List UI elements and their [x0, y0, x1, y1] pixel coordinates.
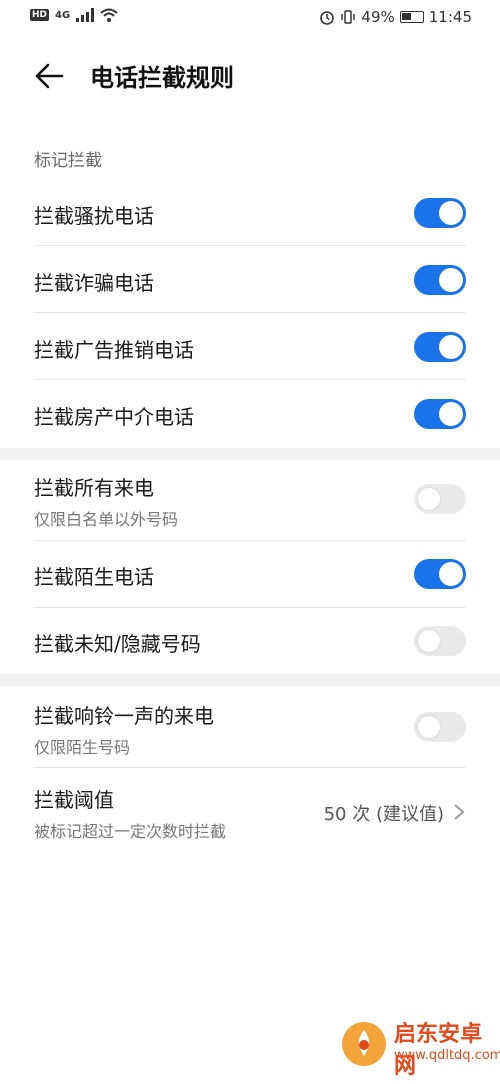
battery-icon: [399, 11, 424, 23]
back-arrow-icon[interactable]: [32, 58, 68, 94]
setting-label: 拦截房产中介电话: [34, 405, 194, 429]
section-gap: [0, 674, 500, 686]
setting-label: 拦截诈骗电话: [34, 271, 154, 295]
setting-label: 拦截未知/隐藏号码: [34, 632, 201, 656]
page-title: 电话拦截规则: [90, 64, 234, 92]
toggle-knob: [439, 201, 463, 225]
toggle-knob: [417, 487, 441, 511]
signal-icon: [76, 8, 95, 22]
setting-row-threshold[interactable]: 拦截阈值 被标记超过一定次数时拦截 50 次 (建议值): [34, 780, 466, 846]
setting-row-realestate[interactable]: 拦截房产中介电话: [34, 389, 466, 439]
hd-badge: HD: [30, 9, 50, 21]
toggle-switch[interactable]: [414, 626, 466, 656]
toggle-knob: [417, 715, 441, 739]
setting-label: 拦截骚扰电话: [34, 204, 154, 228]
toggle-switch[interactable]: [414, 484, 466, 514]
toggle-knob: [417, 629, 441, 653]
toggle-knob: [439, 335, 463, 359]
divider: [34, 540, 466, 541]
setting-row-fraud[interactable]: 拦截诈骗电话: [34, 255, 466, 305]
wifi-icon: [100, 8, 118, 22]
toggle-switch[interactable]: [414, 332, 466, 362]
section-label-marked: 标记拦截: [34, 151, 102, 171]
status-right: 49% 11:45: [319, 8, 472, 26]
toggle-knob: [439, 402, 463, 426]
toggle-switch[interactable]: [414, 198, 466, 228]
divider: [34, 245, 466, 246]
section-gap: [0, 448, 500, 460]
setting-row-harassment[interactable]: 拦截骚扰电话: [34, 188, 466, 238]
status-bar: HD 4G 49% 11:45: [0, 0, 500, 34]
battery-percent: 49%: [361, 8, 395, 26]
setting-label: 拦截广告推销电话: [34, 338, 194, 362]
toggle-switch[interactable]: [414, 712, 466, 742]
setting-label: 拦截所有来电: [34, 476, 154, 500]
setting-label: 拦截阈值: [34, 788, 114, 812]
setting-sublabel: 被标记超过一定次数时拦截: [34, 822, 227, 841]
setting-row-advertising[interactable]: 拦截广告推销电话: [34, 322, 466, 372]
divider: [34, 767, 466, 768]
toggle-switch[interactable]: [414, 399, 466, 429]
setting-row-one-ring[interactable]: 拦截响铃一声的来电 仅限陌生号码: [34, 696, 466, 762]
watermark: 启东安卓网 www.qdltdq.com: [340, 1012, 500, 1079]
setting-row-hidden-numbers[interactable]: 拦截未知/隐藏号码: [34, 616, 466, 666]
watermark-url: www.qdltdq.com: [394, 1048, 500, 1063]
toggle-knob: [439, 562, 463, 586]
toggle-switch[interactable]: [414, 559, 466, 589]
setting-label: 拦截陌生电话: [34, 565, 154, 589]
setting-row-all-calls[interactable]: 拦截所有来电 仅限白名单以外号码: [34, 468, 466, 534]
divider: [34, 312, 466, 313]
toggle-switch[interactable]: [414, 265, 466, 295]
toggle-knob: [439, 268, 463, 292]
network-type: 4G: [55, 9, 71, 21]
divider: [34, 607, 466, 608]
chevron-right-icon: [454, 804, 465, 820]
divider: [34, 379, 466, 380]
watermark-logo-icon: [342, 1022, 386, 1066]
setting-label: 拦截响铃一声的来电: [34, 704, 214, 728]
alarm-icon: [320, 11, 335, 25]
setting-sublabel: 仅限白名单以外号码: [34, 510, 179, 529]
setting-row-strangers[interactable]: 拦截陌生电话: [34, 549, 466, 599]
setting-sublabel: 仅限陌生号码: [34, 738, 131, 757]
status-left: HD 4G: [30, 8, 118, 22]
app-header: 电话拦截规则: [0, 44, 500, 108]
threshold-value: 50 次 (建议值): [323, 804, 444, 825]
vibrate-icon: [341, 10, 356, 24]
clock: 11:45: [428, 8, 472, 26]
